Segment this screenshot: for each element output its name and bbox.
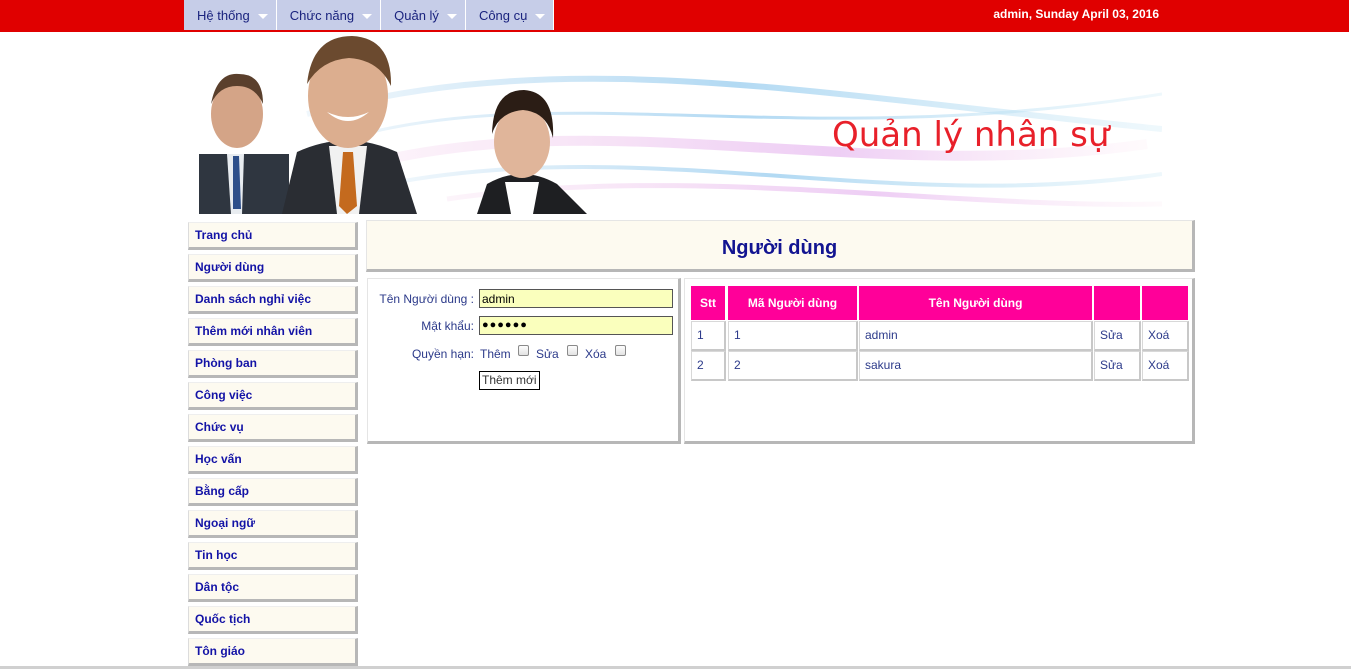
page-title: Người dùng	[366, 220, 1195, 272]
delete-link[interactable]: Xoá	[1142, 351, 1189, 381]
sidebar-item-quoc-tich[interactable]: Quốc tịch	[188, 606, 358, 634]
table-cell-user-name: sakura	[859, 351, 1093, 381]
sidebar-item-ngoai-ngu[interactable]: Ngoại ngữ	[188, 510, 358, 538]
table-cell-user-name: admin	[859, 321, 1093, 351]
perm-add-label: Thêm	[480, 347, 511, 361]
chevron-down-icon	[446, 14, 457, 19]
column-header-user-name: Tên Người dùng	[859, 286, 1092, 320]
sidebar-item-them-moi-nhan-vien[interactable]: Thêm mới nhân viên	[188, 318, 358, 346]
sidebar-item-bang-cap[interactable]: Bằng cấp	[188, 478, 358, 506]
perm-edit-label: Sửa	[536, 347, 559, 361]
username-field[interactable]	[479, 289, 673, 308]
table-cell-user-id: 2	[728, 351, 858, 381]
menu-he-thong[interactable]: Hệ thống	[184, 0, 277, 30]
sidebar-item-chuc-vu[interactable]: Chức vụ	[188, 414, 358, 442]
sidebar-item-hoc-van[interactable]: Học vấn	[188, 446, 358, 474]
users-table: Stt Mã Người dùng Tên Người dùng 1 1 adm…	[684, 278, 1195, 444]
delete-link[interactable]: Xoá	[1142, 321, 1189, 351]
menu-label: Công cụ	[478, 8, 528, 23]
chevron-down-icon	[257, 14, 268, 19]
perm-delete-checkbox[interactable]	[615, 345, 626, 356]
sidebar-item-trang-chu[interactable]: Trang chủ	[188, 222, 358, 250]
banner-title: Quản lý nhân sự	[832, 115, 1111, 155]
add-user-button[interactable]: Thêm mới	[479, 371, 540, 390]
menu-cong-cu[interactable]: Công cụ	[465, 0, 555, 30]
chevron-down-icon	[535, 14, 546, 19]
top-menu: Hệ thống Chức năng Quản lý Công cụ	[184, 0, 555, 30]
column-header-stt: Stt	[691, 286, 725, 320]
column-header-delete	[1142, 286, 1188, 320]
column-header-edit	[1094, 286, 1140, 320]
menu-label: Hệ thống	[197, 8, 250, 23]
perm-add-checkbox[interactable]	[518, 345, 529, 356]
user-form: Tên Người dùng : Mật khẩu: ●●●●●● Quyền …	[367, 278, 681, 444]
menu-label: Quản lý	[394, 8, 439, 23]
password-label: Mật khẩu:	[421, 319, 474, 333]
sidebar-item-nguoi-dung[interactable]: Người dùng	[188, 254, 358, 282]
chevron-down-icon	[362, 14, 373, 19]
table-cell-user-id: 1	[728, 321, 858, 351]
edit-link[interactable]: Sửa	[1094, 351, 1141, 381]
sidebar-item-phong-ban[interactable]: Phòng ban	[188, 350, 358, 378]
sidebar-item-dan-toc[interactable]: Dân tộc	[188, 574, 358, 602]
perm-edit-checkbox[interactable]	[567, 345, 578, 356]
banner-graphic: Quản lý nhân sự	[187, 34, 1162, 214]
column-header-user-id: Mã Người dùng	[728, 286, 857, 320]
username-label: Tên Người dùng :	[379, 292, 474, 306]
table-cell-stt: 2	[691, 351, 726, 381]
password-field[interactable]: ●●●●●●	[479, 316, 673, 335]
perm-delete-label: Xóa	[585, 347, 607, 361]
header-banner: Quản lý nhân sự	[187, 34, 1162, 214]
sidebar-item-cong-viec[interactable]: Công việc	[188, 382, 358, 410]
menu-label: Chức năng	[289, 8, 355, 23]
menu-chuc-nang[interactable]: Chức năng	[276, 0, 382, 30]
edit-link[interactable]: Sửa	[1094, 321, 1141, 351]
sidebar-item-ton-giao[interactable]: Tôn giáo	[188, 638, 358, 666]
user-datetime: admin, Sunday April 03, 2016	[993, 7, 1159, 21]
table-cell-stt: 1	[691, 321, 726, 351]
sidebar-item-tin-hoc[interactable]: Tin học	[188, 542, 358, 570]
sidebar-nav: Trang chủ Người dùng Danh sách nghỉ việc…	[188, 222, 358, 670]
permission-label: Quyền hạn:	[411, 347, 474, 361]
sidebar-item-danh-sach-nghi-viec[interactable]: Danh sách nghỉ việc	[188, 286, 358, 314]
menu-quan-ly[interactable]: Quản lý	[381, 0, 466, 30]
